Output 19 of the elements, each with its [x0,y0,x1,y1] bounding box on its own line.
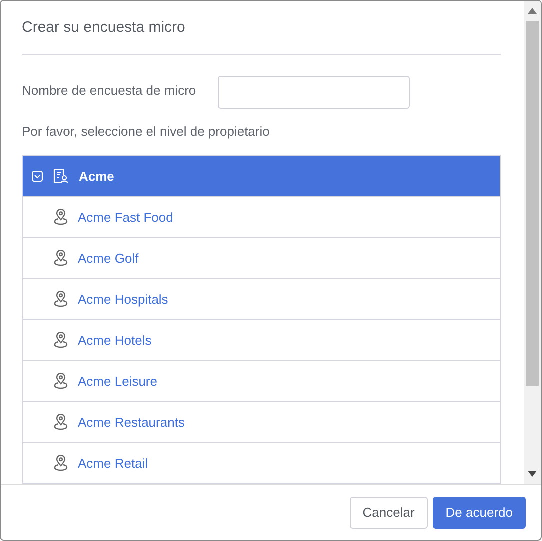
collapse-icon[interactable] [32,170,43,182]
cancel-button[interactable]: Cancelar [350,496,428,528]
owner-level-prompt: Por favor, seleccione el nivel de propietario [22,124,271,139]
location-pin-icon [54,290,68,308]
tree-item[interactable]: Acme [23,156,500,197]
location-pin-icon [54,372,68,390]
confirm-button[interactable]: De acuerdo [432,496,526,528]
location-pin-icon [54,332,68,348]
scroll-up-icon[interactable] [528,8,537,14]
location-pin-icon [54,208,68,226]
scrollbar[interactable] [524,1,541,484]
scroll-down-icon[interactable] [528,471,537,477]
location-pin-icon [54,250,68,266]
dialog-title: Crear su encuesta micro [22,1,501,55]
org-chart-icon [53,168,69,184]
survey-name-input[interactable] [218,76,410,109]
location-pin-icon [54,414,68,430]
location-pin-icon [54,454,68,472]
field-label: Nombre de encuesta de micro [22,82,198,98]
